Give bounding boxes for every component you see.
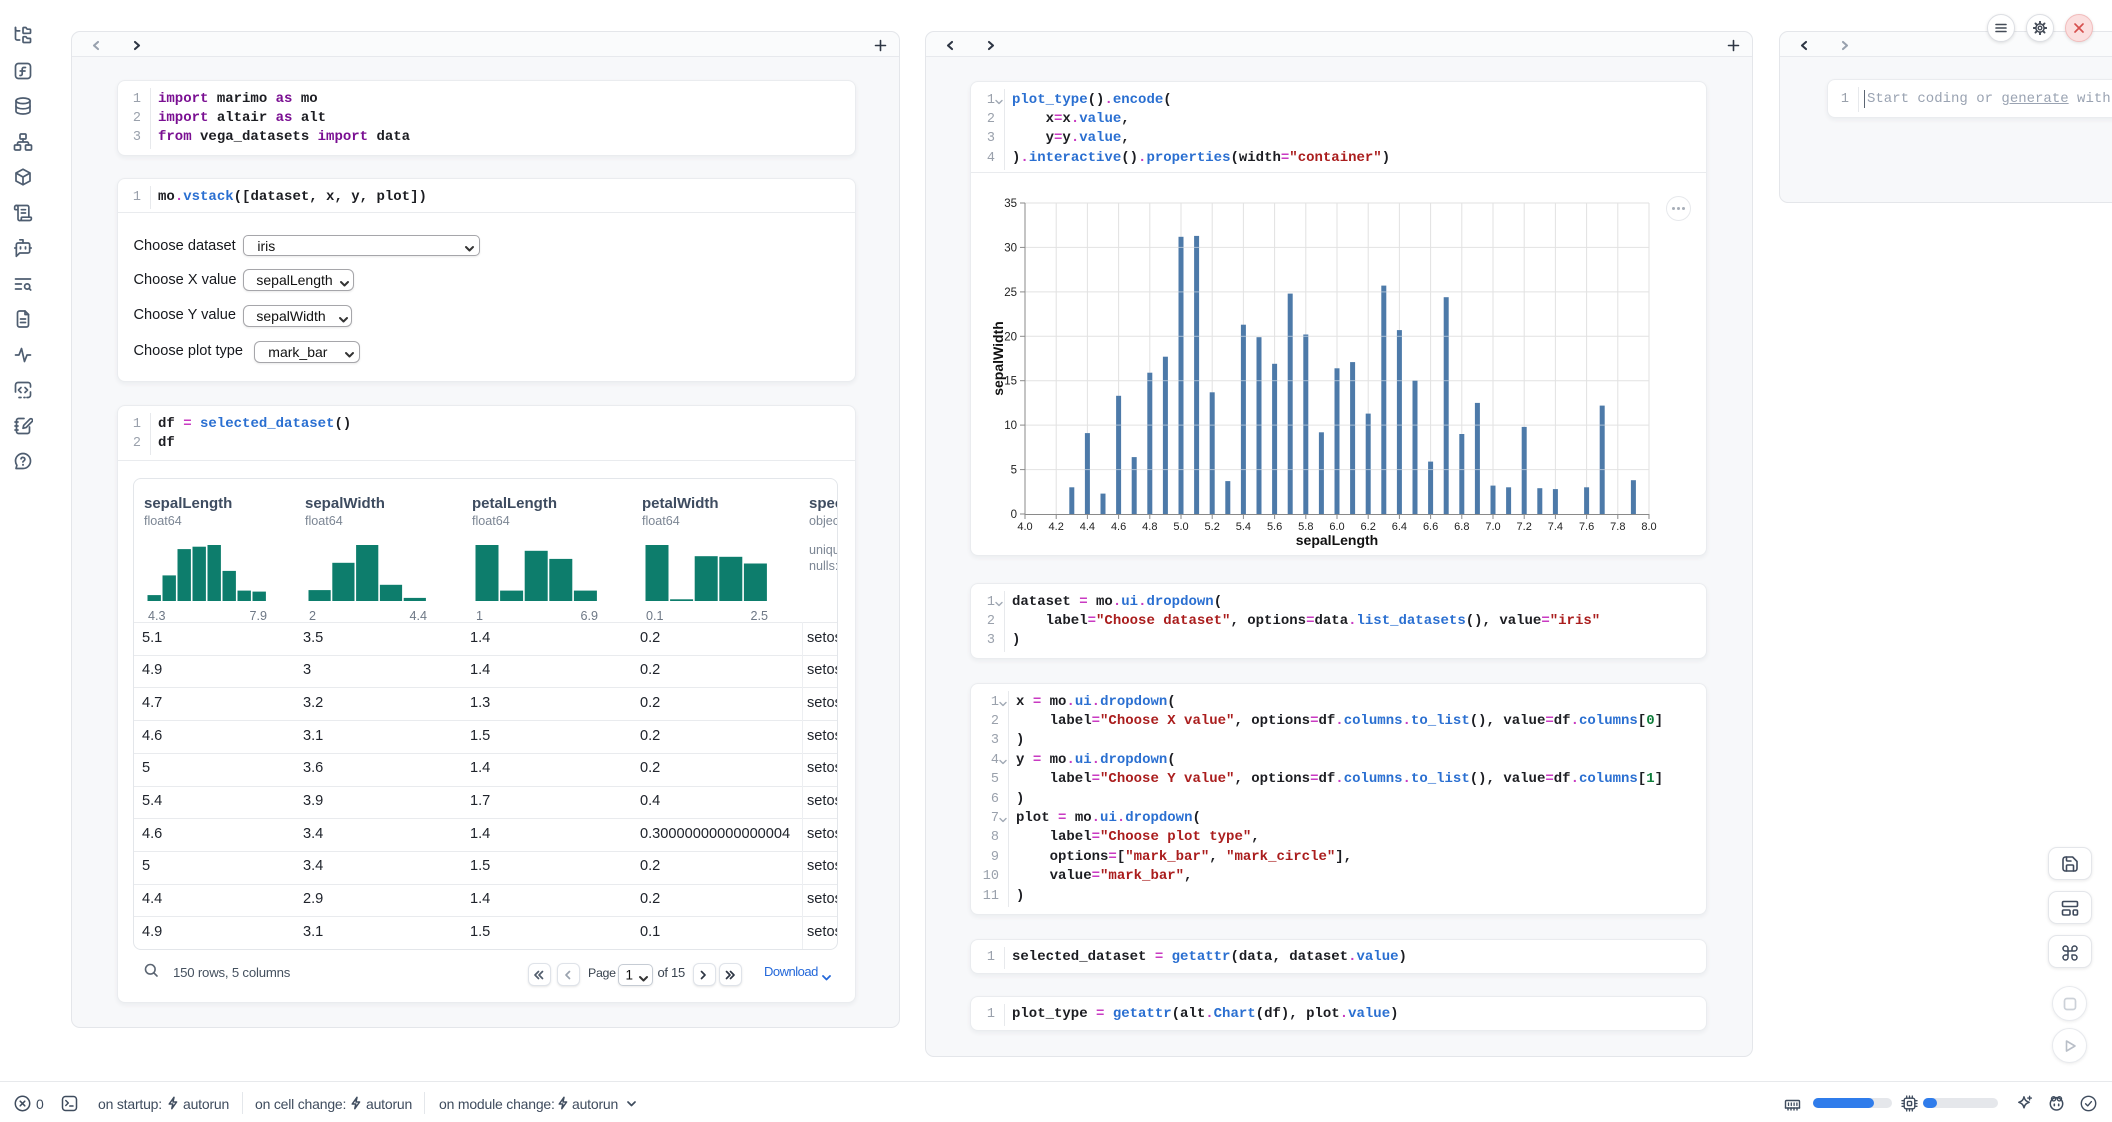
svg-text:5: 5 <box>1011 465 1017 477</box>
svg-text:4.6: 4.6 <box>1111 521 1126 533</box>
svg-text:5.4: 5.4 <box>1236 521 1251 533</box>
svg-text:7.6: 7.6 <box>1579 521 1594 533</box>
svg-text:35: 35 <box>1004 198 1017 210</box>
svg-text:4.8: 4.8 <box>1142 521 1157 533</box>
svg-text:5.0: 5.0 <box>1173 521 1188 533</box>
svg-text:5.2: 5.2 <box>1205 521 1220 533</box>
svg-text:30: 30 <box>1004 242 1017 254</box>
svg-text:4.2: 4.2 <box>1049 521 1064 533</box>
svg-text:4.4: 4.4 <box>1080 521 1095 533</box>
svg-text:5.6: 5.6 <box>1267 521 1282 533</box>
svg-text:7.8: 7.8 <box>1610 521 1625 533</box>
svg-text:20: 20 <box>1004 331 1017 343</box>
svg-text:0: 0 <box>1011 509 1017 521</box>
svg-text:6.6: 6.6 <box>1423 521 1438 533</box>
svg-text:sepalLength: sepalLength <box>1296 532 1378 548</box>
svg-text:6.4: 6.4 <box>1392 521 1407 533</box>
svg-text:7.2: 7.2 <box>1517 521 1532 533</box>
svg-text:sepalWidth: sepalWidth <box>990 321 1006 396</box>
svg-text:8.0: 8.0 <box>1641 521 1656 533</box>
svg-text:4.0: 4.0 <box>1017 521 1032 533</box>
svg-text:7.4: 7.4 <box>1548 521 1563 533</box>
svg-text:15: 15 <box>1004 376 1017 388</box>
svg-text:25: 25 <box>1004 287 1017 299</box>
svg-text:10: 10 <box>1004 420 1017 432</box>
svg-text:7.0: 7.0 <box>1485 521 1500 533</box>
svg-text:6.8: 6.8 <box>1454 521 1469 533</box>
